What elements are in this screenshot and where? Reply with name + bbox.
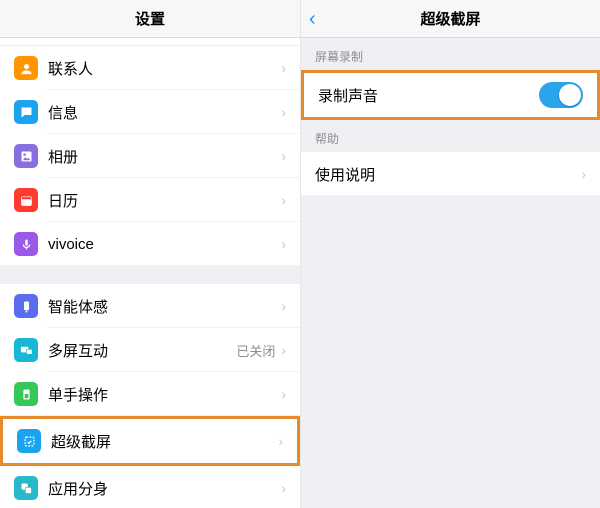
- chevron-right-icon: ›: [281, 386, 286, 402]
- chevron-right-icon: ›: [281, 148, 286, 164]
- row-calendar[interactable]: 日历 ›: [0, 178, 300, 222]
- row-label: 超级截屏: [51, 431, 278, 452]
- super-screenshot-screen: ‹ 超级截屏 屏幕录制 录制声音 帮助 使用说明 ›: [300, 0, 600, 508]
- vivoice-icon: [14, 232, 38, 256]
- back-button[interactable]: ‹: [309, 9, 316, 29]
- chevron-right-icon: ›: [281, 480, 286, 496]
- multiscreen-icon: [14, 338, 38, 362]
- section-help: 帮助: [301, 120, 600, 152]
- highlight-super-screenshot: 超级截屏 ›: [0, 416, 300, 466]
- row-super-screenshot[interactable]: 超级截屏 ›: [3, 419, 297, 463]
- row-instructions[interactable]: 使用说明 ›: [301, 152, 600, 196]
- album-icon: [14, 144, 38, 168]
- page-title: 超级截屏: [420, 8, 480, 29]
- row-label: 应用分身: [48, 478, 281, 499]
- row-label: 信息: [48, 102, 281, 123]
- row-record-audio[interactable]: 录制声音: [304, 73, 597, 117]
- navbar-settings: 设置: [0, 0, 300, 38]
- row-contacts[interactable]: 联系人 ›: [0, 46, 300, 90]
- row-detail: 已关闭: [236, 341, 275, 360]
- row-app-clone[interactable]: 应用分身 ›: [0, 466, 300, 508]
- section-screen-record: 屏幕录制: [301, 38, 600, 70]
- navbar-super-screenshot: ‹ 超级截屏: [301, 0, 600, 38]
- row-messages[interactable]: 信息 ›: [0, 90, 300, 134]
- row-label: 使用说明: [315, 164, 581, 185]
- row-label: 联系人: [48, 58, 281, 79]
- calendar-icon: [14, 188, 38, 212]
- onehand-icon: [14, 382, 38, 406]
- row-album[interactable]: 相册 ›: [0, 134, 300, 178]
- settings-list-scroller[interactable]: 联系人 › 信息 › 相册 › 日历 › vivoice ›: [0, 38, 300, 508]
- smart-motion-icon: [14, 294, 38, 318]
- row-smart-motion[interactable]: 智能体感 ›: [0, 284, 300, 328]
- contacts-icon: [14, 56, 38, 80]
- settings-screen: 设置 联系人 › 信息 › 相册 › 日历 ›: [0, 0, 300, 508]
- super-screenshot-icon: [17, 429, 41, 453]
- chevron-right-icon: ›: [281, 104, 286, 120]
- row-label: 多屏互动: [48, 340, 236, 361]
- row-onehand[interactable]: 单手操作 ›: [0, 372, 300, 416]
- chevron-right-icon: ›: [281, 60, 286, 76]
- highlight-record-audio: 录制声音: [301, 70, 600, 120]
- messages-icon: [14, 100, 38, 124]
- record-audio-toggle[interactable]: [539, 82, 583, 108]
- page-title: 设置: [135, 8, 165, 29]
- app-clone-icon: [14, 476, 38, 500]
- detail-scroller[interactable]: 屏幕录制 录制声音 帮助 使用说明 ›: [301, 38, 600, 508]
- row-multiscreen[interactable]: 多屏互动 已关闭 ›: [0, 328, 300, 372]
- chevron-right-icon: ›: [281, 298, 286, 314]
- row-label: 单手操作: [48, 384, 281, 405]
- chevron-right-icon: ›: [281, 192, 286, 208]
- chevron-right-icon: ›: [281, 342, 286, 358]
- chevron-right-icon: ›: [581, 166, 586, 182]
- row-vivoice[interactable]: vivoice ›: [0, 222, 300, 266]
- row-label: vivoice: [48, 236, 281, 253]
- row-label: 日历: [48, 190, 281, 211]
- chevron-right-icon: ›: [278, 433, 283, 449]
- row-label: 智能体感: [48, 296, 281, 317]
- row-label: 相册: [48, 146, 281, 167]
- chevron-right-icon: ›: [281, 236, 286, 252]
- row-label: 录制声音: [318, 85, 539, 106]
